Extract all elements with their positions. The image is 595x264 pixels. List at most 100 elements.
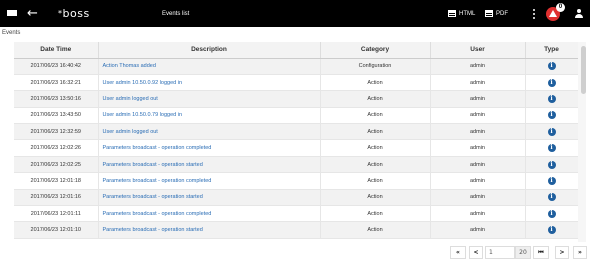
cell-type: i <box>525 123 579 141</box>
column-header-user[interactable]: User <box>430 42 526 59</box>
page-size-display: 20 <box>515 246 531 259</box>
cell-user: admin <box>430 90 526 108</box>
cell-type: i <box>525 139 579 157</box>
cell-user: admin <box>430 205 526 223</box>
info-icon[interactable]: i <box>547 209 556 218</box>
kebab-dot-icon <box>533 8 535 11</box>
cell-category: Action <box>320 74 431 92</box>
page-title: Events list <box>162 10 190 17</box>
column-header-description[interactable]: Description <box>98 42 321 59</box>
table-row[interactable]: 2017/06/23 13:43:50 User admin 10.50.0.79… <box>14 107 579 125</box>
last-page-button[interactable]: » <box>573 246 587 259</box>
more-options-button[interactable] <box>531 0 537 27</box>
cell-datetime: 2017/06/23 13:50:16 <box>14 90 99 108</box>
cell-description[interactable]: User admin 10.50.0.79 logged in <box>98 107 321 125</box>
menu-button[interactable] <box>7 0 19 27</box>
table-header-row: Date Time Description Category User Type <box>14 42 579 59</box>
breadcrumb: Events <box>2 30 21 36</box>
table-row[interactable]: 2017/06/23 12:02:26 Parameters broadcast … <box>14 139 579 157</box>
cell-description[interactable]: User admin 10.50.0.92 logged in <box>98 74 321 92</box>
cell-category: Action <box>320 221 431 239</box>
cell-datetime: 2017/06/23 16:32:21 <box>14 74 99 92</box>
cell-description[interactable]: Action Thomas added <box>98 58 321 75</box>
cell-datetime: 2017/06/23 12:32:59 <box>14 123 99 141</box>
cell-category: Action <box>320 156 431 174</box>
cell-category: Configuration <box>320 58 431 75</box>
export-pdf-label: PDF <box>496 10 508 17</box>
user-button[interactable] <box>575 0 583 27</box>
cell-description[interactable]: Parameters broadcast - operation started <box>98 221 321 239</box>
info-icon[interactable]: i <box>547 127 556 136</box>
info-icon[interactable]: i <box>547 226 556 235</box>
next-page-button[interactable]: > <box>555 246 569 259</box>
cell-description[interactable]: User admin logged out <box>98 123 321 141</box>
cell-category: Action <box>320 107 431 125</box>
cell-type: i <box>525 156 579 174</box>
cell-description[interactable]: Parameters broadcast - operation started <box>98 156 321 174</box>
document-icon <box>448 10 456 17</box>
cell-datetime: 2017/06/23 12:01:16 <box>14 189 99 207</box>
cell-type: i <box>525 74 579 92</box>
cell-user: admin <box>430 107 526 125</box>
table-row[interactable]: 2017/06/23 12:01:16 Parameters broadcast … <box>14 189 579 207</box>
info-icon[interactable]: i <box>547 144 556 153</box>
table-row[interactable]: 2017/06/23 12:01:18 Parameters broadcast … <box>14 172 579 190</box>
document-icon <box>485 10 493 17</box>
top-bar: ← * boss Events list HTML PDF 0 <box>0 0 590 27</box>
kebab-dot-icon <box>533 12 535 15</box>
cell-user: admin <box>430 123 526 141</box>
cell-datetime: 2017/06/23 12:02:25 <box>14 156 99 174</box>
warning-triangle-icon <box>549 10 557 17</box>
table-row[interactable]: 2017/06/23 13:50:16 User admin logged out… <box>14 90 579 108</box>
back-button[interactable]: ← <box>27 0 38 27</box>
table-row[interactable]: 2017/06/23 16:32:21 User admin 10.50.0.92… <box>14 74 579 92</box>
cell-category: Action <box>320 123 431 141</box>
info-icon[interactable]: i <box>547 176 556 185</box>
column-header-category[interactable]: Category <box>320 42 431 59</box>
logo: * boss <box>58 0 90 27</box>
table-row[interactable]: 2017/06/23 12:01:10 Parameters broadcast … <box>14 221 579 239</box>
events-table: Date Time Description Category User Type… <box>14 42 579 239</box>
cell-description[interactable]: User admin logged out <box>98 90 321 108</box>
alarm-button[interactable]: 0 <box>546 0 565 27</box>
info-icon[interactable]: i <box>547 78 556 87</box>
cell-type: i <box>525 107 579 125</box>
info-icon[interactable]: i <box>547 94 556 103</box>
table-row[interactable]: 2017/06/23 16:40:42 Action Thomas added Co… <box>14 58 579 75</box>
cell-type: i <box>525 90 579 108</box>
column-header-datetime[interactable]: Date Time <box>14 42 99 59</box>
hamburger-icon <box>7 9 17 18</box>
cell-user: admin <box>430 74 526 92</box>
cell-datetime: 2017/06/23 12:01:11 <box>14 205 99 223</box>
cell-datetime: 2017/06/23 12:02:26 <box>14 139 99 157</box>
export-html-button[interactable]: HTML <box>448 0 475 27</box>
cell-description[interactable]: Parameters broadcast - operation complet… <box>98 205 321 223</box>
first-page-button[interactable]: « <box>450 246 466 259</box>
info-icon[interactable]: i <box>547 62 556 71</box>
export-pdf-button[interactable]: PDF <box>485 0 508 27</box>
export-html-label: HTML <box>459 10 476 17</box>
cell-type: i <box>525 172 579 190</box>
table-row[interactable]: 2017/06/23 12:32:59 User admin logged out… <box>14 123 579 141</box>
cell-description[interactable]: Parameters broadcast - operation complet… <box>98 172 321 190</box>
column-header-type[interactable]: Type <box>525 42 579 59</box>
cell-category: Action <box>320 90 431 108</box>
skip-to-end-button[interactable]: ⏮ <box>533 246 549 259</box>
cell-description[interactable]: Parameters broadcast - operation started <box>98 189 321 207</box>
previous-page-button[interactable]: < <box>469 246 483 259</box>
scrollbar-thumb[interactable] <box>581 46 586 94</box>
cell-type: i <box>525 58 579 75</box>
cell-type: i <box>525 205 579 223</box>
alarm-count-badge: 0 <box>556 2 565 12</box>
cell-description[interactable]: Parameters broadcast - operation complet… <box>98 139 321 157</box>
table-row[interactable]: 2017/06/23 12:01:11 Parameters broadcast … <box>14 205 579 223</box>
info-icon[interactable]: i <box>547 111 556 120</box>
back-arrow-icon: ← <box>27 6 38 21</box>
table-row[interactable]: 2017/06/23 12:02:25 Parameters broadcast … <box>14 156 579 174</box>
page-number-input[interactable]: 1 <box>485 246 515 259</box>
cell-category: Action <box>320 139 431 157</box>
info-icon[interactable]: i <box>547 193 556 202</box>
cell-user: admin <box>430 221 526 239</box>
cell-user: admin <box>430 172 526 190</box>
info-icon[interactable]: i <box>547 160 556 169</box>
